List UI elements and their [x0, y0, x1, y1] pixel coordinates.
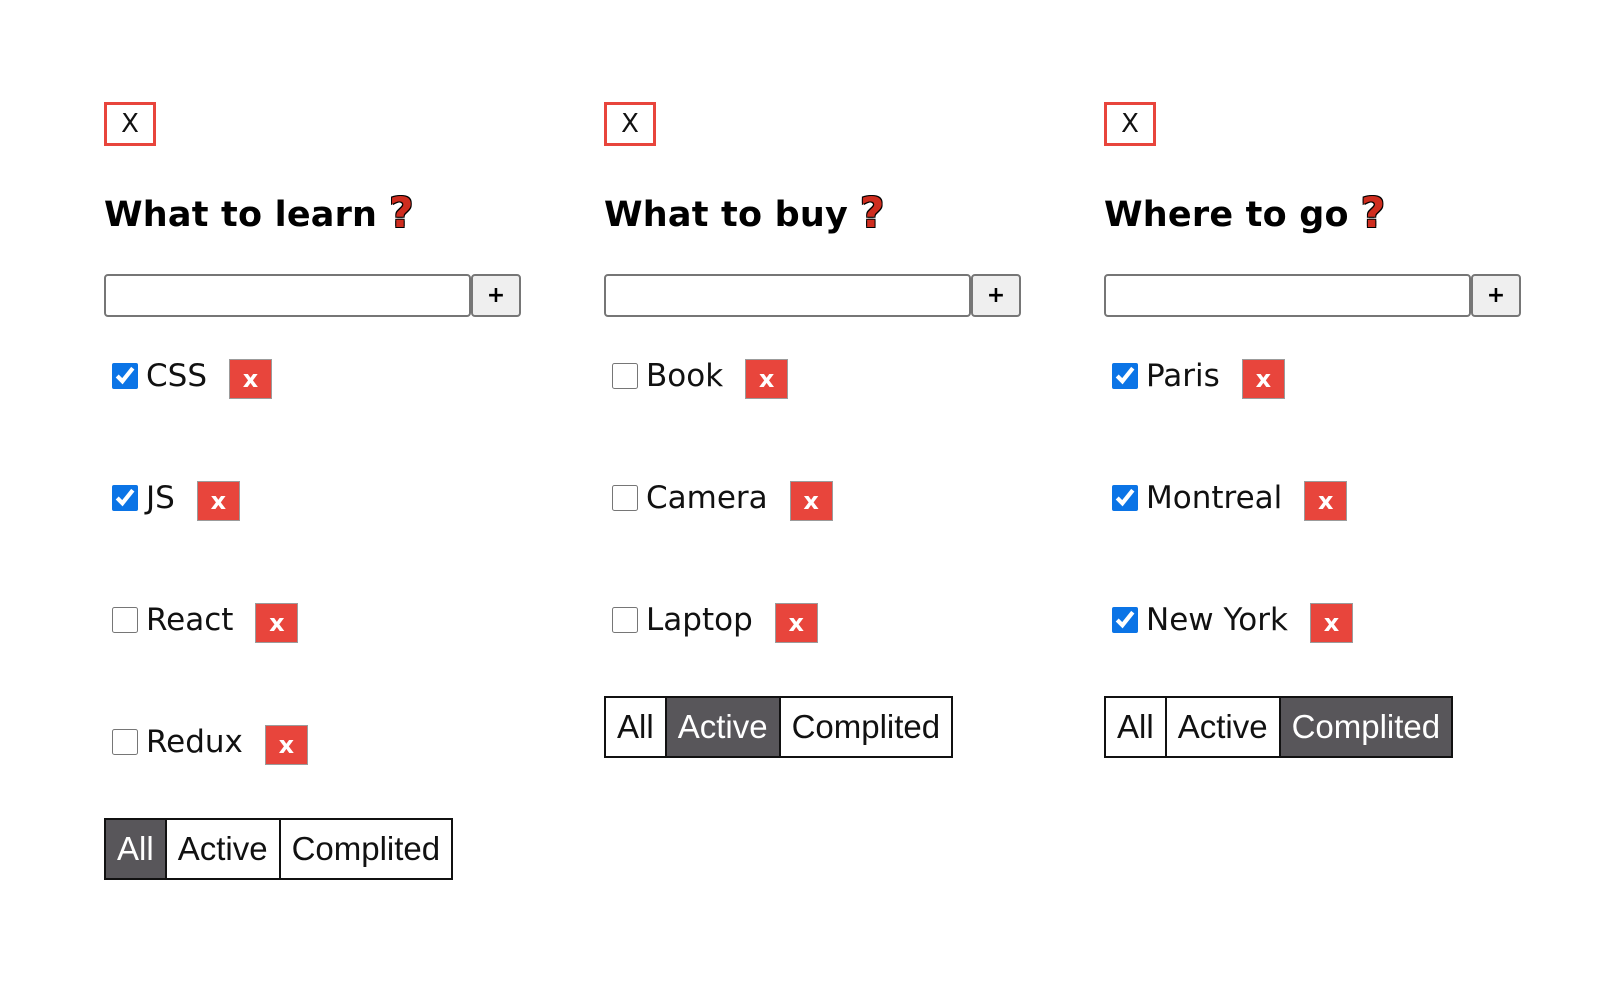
- filter-complited-button[interactable]: Complited: [1280, 698, 1452, 756]
- task-title: React: [146, 602, 234, 638]
- delete-task-button[interactable]: x: [1241, 359, 1285, 399]
- task-title: JS: [146, 480, 175, 516]
- question-icon: ?: [389, 188, 414, 237]
- filter-buttons: All Active Complited: [104, 818, 454, 880]
- task-title: Camera: [646, 480, 768, 516]
- delete-task-button[interactable]: x: [774, 603, 818, 643]
- delete-task-button[interactable]: x: [745, 359, 789, 399]
- todolist: X What to learn ? + CSS x JS x React x Redux x …: [104, 102, 544, 880]
- task-title: Paris: [1146, 358, 1220, 394]
- task-item: React x: [104, 601, 544, 723]
- todolist: X What to buy ? + Book x Camera x Laptop x Al…: [604, 102, 1044, 758]
- add-task-button[interactable]: +: [1471, 274, 1521, 317]
- task-item: Montreal x: [1104, 479, 1544, 601]
- filter-all-button[interactable]: All: [1106, 698, 1167, 756]
- new-task-input[interactable]: [1104, 274, 1471, 317]
- task-item: JS x: [104, 479, 544, 601]
- task-checkbox[interactable]: [112, 729, 138, 755]
- list-title-text: What to learn: [104, 195, 378, 235]
- delete-task-button[interactable]: x: [255, 603, 299, 643]
- delete-task-button[interactable]: x: [1304, 481, 1348, 521]
- filter-buttons: All Active Complited: [604, 696, 954, 758]
- task-item: Book x: [604, 357, 1044, 479]
- list-title-text: What to buy: [604, 195, 849, 235]
- delete-task-button[interactable]: x: [264, 725, 308, 765]
- todolists-board: X What to learn ? + CSS x JS x React x Redux x …: [0, 0, 1605, 1005]
- task-title: Laptop: [646, 602, 753, 638]
- new-task-input[interactable]: [104, 274, 471, 317]
- delete-task-button[interactable]: x: [789, 481, 833, 521]
- task-item: Paris x: [1104, 357, 1544, 479]
- task-checkbox[interactable]: [112, 363, 138, 389]
- filter-all-button[interactable]: All: [606, 698, 667, 756]
- task-checkbox[interactable]: [1112, 607, 1138, 633]
- todolist: X Where to go ? + Paris x Montreal x New Yor…: [1104, 102, 1544, 758]
- add-task-row: +: [1104, 274, 1544, 317]
- add-task-button[interactable]: +: [971, 274, 1021, 317]
- task-title: Redux: [146, 724, 243, 760]
- question-icon: ?: [860, 188, 885, 237]
- delete-task-button[interactable]: x: [229, 359, 273, 399]
- task-title: New York: [1146, 602, 1288, 638]
- task-checkbox[interactable]: [612, 607, 638, 633]
- list-title: What to learn ?: [104, 190, 544, 240]
- new-task-input[interactable]: [604, 274, 971, 317]
- add-task-row: +: [104, 274, 544, 317]
- task-list: CSS x JS x React x Redux x: [104, 357, 544, 845]
- filter-active-button[interactable]: Active: [166, 820, 281, 878]
- remove-list-button[interactable]: X: [1104, 102, 1156, 146]
- remove-list-button[interactable]: X: [104, 102, 156, 146]
- task-title: Book: [646, 358, 724, 394]
- task-checkbox[interactable]: [1112, 363, 1138, 389]
- task-checkbox[interactable]: [612, 363, 638, 389]
- list-title: Where to go ?: [1104, 190, 1544, 240]
- filter-complited-button[interactable]: Complited: [780, 698, 952, 756]
- task-checkbox[interactable]: [1112, 485, 1138, 511]
- task-item: CSS x: [104, 357, 544, 479]
- filter-buttons: All Active Complited: [1104, 696, 1454, 758]
- task-item: Camera x: [604, 479, 1044, 601]
- delete-task-button[interactable]: x: [1309, 603, 1353, 643]
- filter-active-button[interactable]: Active: [666, 698, 781, 756]
- task-title: CSS: [146, 358, 208, 394]
- task-checkbox[interactable]: [112, 485, 138, 511]
- question-icon: ?: [1360, 188, 1386, 237]
- add-task-row: +: [604, 274, 1044, 317]
- list-title-text: Where to go: [1104, 195, 1349, 235]
- task-list: Paris x Montreal x New York x: [1104, 357, 1544, 723]
- add-task-button[interactable]: +: [471, 274, 521, 317]
- task-title: Montreal: [1146, 480, 1283, 516]
- task-checkbox[interactable]: [612, 485, 638, 511]
- task-list: Book x Camera x Laptop x: [604, 357, 1044, 723]
- filter-complited-button[interactable]: Complited: [280, 820, 452, 878]
- list-title: What to buy ?: [604, 190, 1044, 240]
- delete-task-button[interactable]: x: [196, 481, 240, 521]
- remove-list-button[interactable]: X: [604, 102, 656, 146]
- filter-all-button[interactable]: All: [106, 820, 167, 878]
- filter-active-button[interactable]: Active: [1166, 698, 1281, 756]
- task-checkbox[interactable]: [112, 607, 138, 633]
